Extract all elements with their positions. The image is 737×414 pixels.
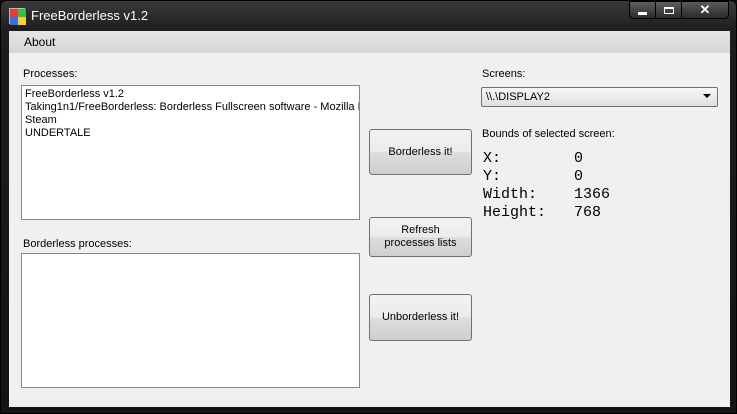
processes-label: Processes: [23,68,78,80]
unborderless-button[interactable]: Unborderless it! [369,294,472,341]
close-button[interactable]: ✕ [682,1,729,19]
title-bar[interactable]: FreeBorderless v1.2 ✕ [1,1,736,31]
maximize-button[interactable] [656,1,682,19]
bounds-height-label: Height: [483,204,547,221]
menu-bar: About [9,31,730,53]
minimize-button[interactable] [629,1,656,19]
screens-dropdown[interactable]: \\.\DISPLAY2 [481,87,718,107]
bounds-x-value: 0 [574,150,584,167]
list-item[interactable]: FreeBorderless v1.2 [25,88,356,101]
refresh-processes-button[interactable]: Refresh processes lists [369,217,472,257]
borderless-button[interactable]: Borderless it! [369,129,472,175]
maximize-icon [663,6,674,14]
close-icon: ✕ [699,2,711,17]
bounds-width-value: 1366 [574,186,611,203]
window-title: FreeBorderless v1.2 [31,8,149,23]
bounds-y-label: Y: [483,168,502,185]
minimize-icon [638,11,647,15]
menu-about[interactable]: About [24,35,55,49]
bounds-y-value: 0 [574,168,584,185]
app-window: FreeBorderless v1.2 ✕ About Processes: F… [0,0,737,414]
bounds-width-label: Width: [483,186,538,203]
screens-selected-value: \\.\DISPLAY2 [486,91,550,103]
client-area: About Processes: FreeBorderless v1.2 Tak… [9,31,730,407]
bounds-height-value: 768 [574,204,602,221]
dropdown-arrow-icon [703,94,711,98]
bounds-x-label: X: [483,150,502,167]
list-item[interactable]: Taking1n1/FreeBorderless: Borderless Ful… [25,101,359,114]
caption-buttons: ✕ [629,1,729,20]
processes-list[interactable]: FreeBorderless v1.2 Taking1n1/FreeBorder… [21,85,360,220]
app-grid-icon [9,8,26,25]
bounds-readout: X: 0 Y: 0 Width: 1366 Height: 768 [483,150,610,222]
borderless-processes-label: Borderless processes: [23,238,132,250]
bounds-label: Bounds of selected screen: [482,128,615,140]
screens-label: Screens: [482,68,526,80]
list-item[interactable]: Steam [25,114,356,127]
list-item[interactable]: UNDERTALE [25,127,356,140]
borderless-processes-list[interactable] [21,253,360,388]
